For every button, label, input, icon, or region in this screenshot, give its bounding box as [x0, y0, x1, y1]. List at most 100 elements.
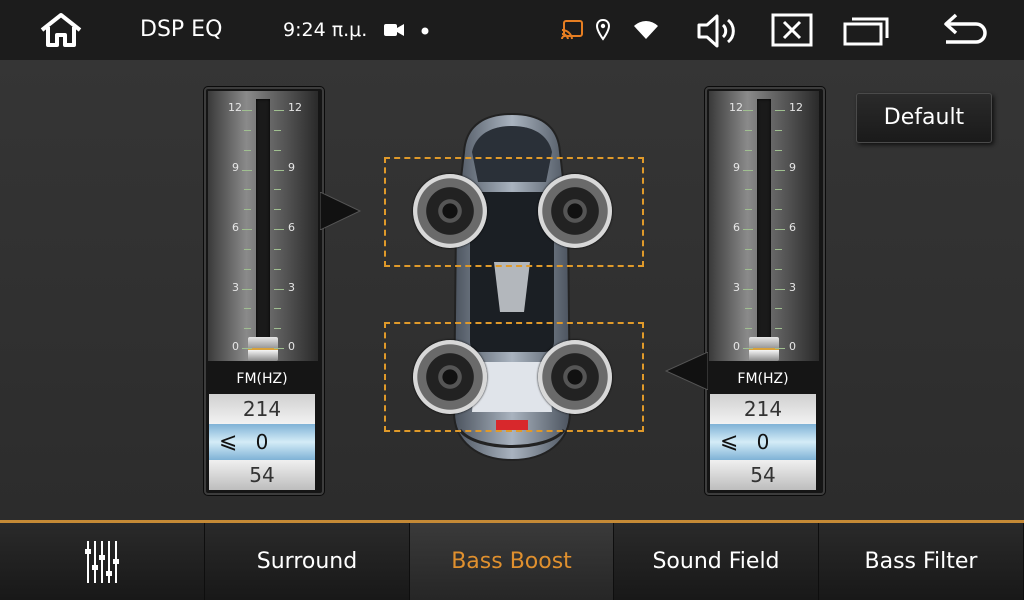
right-panel-tick-mark — [745, 268, 752, 270]
right-scale-label-0a: 0 — [733, 340, 740, 353]
left-scale-label-9a: 9 — [232, 161, 239, 174]
back-icon[interactable] — [938, 12, 988, 48]
front-right-speaker-icon[interactable] — [538, 174, 612, 248]
right-panel-tick-mark — [775, 189, 782, 191]
right-panel-tick-mark — [743, 110, 753, 111]
right-panel-tick-mark — [745, 209, 752, 211]
right-fm-label: FM(HZ) — [737, 371, 789, 387]
wifi-icon — [634, 21, 658, 39]
bottom-tab-bar: Surround Bass Boost Sound Field Bass Fil… — [0, 520, 1024, 600]
right-value-below[interactable]: 54 — [710, 460, 816, 490]
right-panel-tick-mark — [745, 149, 752, 151]
left-eq-panel: 12 12 9 9 6 6 3 3 0 0 FM(HZ) 214 ⩽ 0 54 — [204, 87, 324, 495]
right-scale-label-12a: 12 — [729, 101, 743, 114]
left-arrow-icon: ⩽ — [219, 429, 238, 454]
left-panel-tick-mark — [242, 288, 252, 290]
right-panel-tick-mark — [775, 209, 782, 211]
right-scale-label-0b: 0 — [789, 340, 796, 353]
left-panel-tick-mark — [274, 149, 281, 151]
tab-sound-field[interactable]: Sound Field — [614, 523, 819, 600]
right-panel-tick-mark — [743, 348, 753, 349]
right-panel-tick-mark — [745, 248, 752, 250]
status-bar: DSP EQ 9:24 π.μ. — [0, 0, 1024, 60]
right-scale-label-3b: 3 — [789, 281, 796, 294]
right-pointer-icon — [664, 352, 708, 390]
left-scale-label-12a: 12 — [228, 101, 242, 114]
right-panel-tick-mark — [775, 229, 785, 230]
home-icon[interactable] — [38, 12, 84, 48]
left-panel-tick-mark — [244, 328, 251, 330]
left-panel-tick-mark — [242, 229, 252, 230]
left-panel-tick-mark — [274, 288, 284, 290]
left-fm-label: FM(HZ) — [236, 371, 288, 387]
recent-apps-icon[interactable] — [843, 14, 891, 46]
left-panel-tick-mark — [274, 110, 284, 111]
left-panel-tick-mark — [244, 149, 251, 151]
tab-bass-boost[interactable]: Bass Boost — [410, 523, 614, 600]
left-panel-tick-mark — [244, 308, 251, 310]
right-value-above[interactable]: 214 — [710, 394, 816, 424]
default-button[interactable]: Default — [856, 93, 992, 143]
left-level-scale[interactable]: 12 12 9 9 6 6 3 3 0 0 — [208, 91, 318, 361]
left-panel-tick-mark — [274, 308, 281, 310]
tab-bass-filter[interactable]: Bass Filter — [819, 523, 1024, 600]
right-panel-tick-mark — [745, 189, 752, 191]
left-slider-track[interactable] — [256, 99, 270, 355]
left-panel-tick-mark — [274, 129, 281, 131]
clock: 9:24 π.μ. — [283, 19, 368, 41]
right-panel-tick-mark — [775, 110, 785, 111]
volume-icon[interactable] — [696, 12, 740, 50]
left-slider-knob[interactable] — [248, 337, 278, 361]
left-scale-label-9b: 9 — [288, 161, 295, 174]
right-scale-label-9a: 9 — [733, 161, 740, 174]
right-scale-label-6a: 6 — [733, 221, 740, 234]
left-panel-tick-mark — [244, 209, 251, 211]
right-slider-knob[interactable] — [749, 337, 779, 361]
left-scale-label-0b: 0 — [288, 340, 295, 353]
left-value-below[interactable]: 54 — [209, 460, 315, 490]
right-panel-tick-mark — [775, 348, 785, 349]
right-panel-tick-mark — [775, 308, 782, 310]
left-current-value-text: 0 — [255, 430, 269, 454]
right-level-scale[interactable]: 12 12 9 9 6 6 3 3 0 0 — [709, 91, 819, 361]
left-panel-tick-mark — [274, 229, 284, 230]
right-eq-panel: 12 12 9 9 6 6 3 3 0 0 FM(HZ) 214 ⩽ 0 54 — [705, 87, 825, 495]
right-panel-tick-mark — [775, 288, 785, 290]
right-current-value[interactable]: ⩽ 0 — [710, 424, 816, 460]
right-panel-tick-mark — [775, 268, 782, 270]
tab-equalizer[interactable] — [0, 523, 205, 600]
right-panel-tick-mark — [745, 308, 752, 310]
left-panel-tick-mark — [274, 328, 281, 330]
location-pin-icon — [596, 19, 610, 41]
right-panel-tick-mark — [775, 248, 782, 250]
right-panel-tick-mark — [743, 229, 753, 230]
left-panel-tick-mark — [274, 169, 284, 171]
right-slider-track[interactable] — [757, 99, 771, 355]
app-title: DSP EQ — [140, 17, 223, 42]
left-scale-label-0a: 0 — [232, 340, 239, 353]
video-camera-icon — [384, 24, 404, 36]
right-panel-tick-mark — [775, 149, 782, 151]
left-pointer-icon — [320, 192, 362, 230]
left-panel-tick-mark — [274, 209, 281, 211]
left-panel-tick-mark — [274, 248, 281, 250]
close-box-icon[interactable] — [771, 13, 813, 47]
tab-surround[interactable]: Surround — [205, 523, 410, 600]
left-panel-tick-mark — [274, 189, 281, 191]
right-scale-label-9b: 9 — [789, 161, 796, 174]
right-current-value-text: 0 — [756, 430, 770, 454]
cast-icon — [561, 20, 583, 40]
left-scale-label-3a: 3 — [232, 281, 239, 294]
right-panel-tick-mark — [775, 129, 782, 131]
left-current-value[interactable]: ⩽ 0 — [209, 424, 315, 460]
front-left-speaker-icon[interactable] — [413, 174, 487, 248]
right-panel-tick-mark — [743, 169, 753, 171]
right-scale-label-6b: 6 — [789, 221, 796, 234]
left-panel-tick-mark — [244, 268, 251, 270]
left-panel-tick-mark — [244, 129, 251, 131]
left-panel-tick-mark — [244, 189, 251, 191]
rear-right-speaker-icon[interactable] — [538, 340, 612, 414]
left-value-above[interactable]: 214 — [209, 394, 315, 424]
rear-left-speaker-icon[interactable] — [413, 340, 487, 414]
right-panel-tick-mark — [745, 129, 752, 131]
